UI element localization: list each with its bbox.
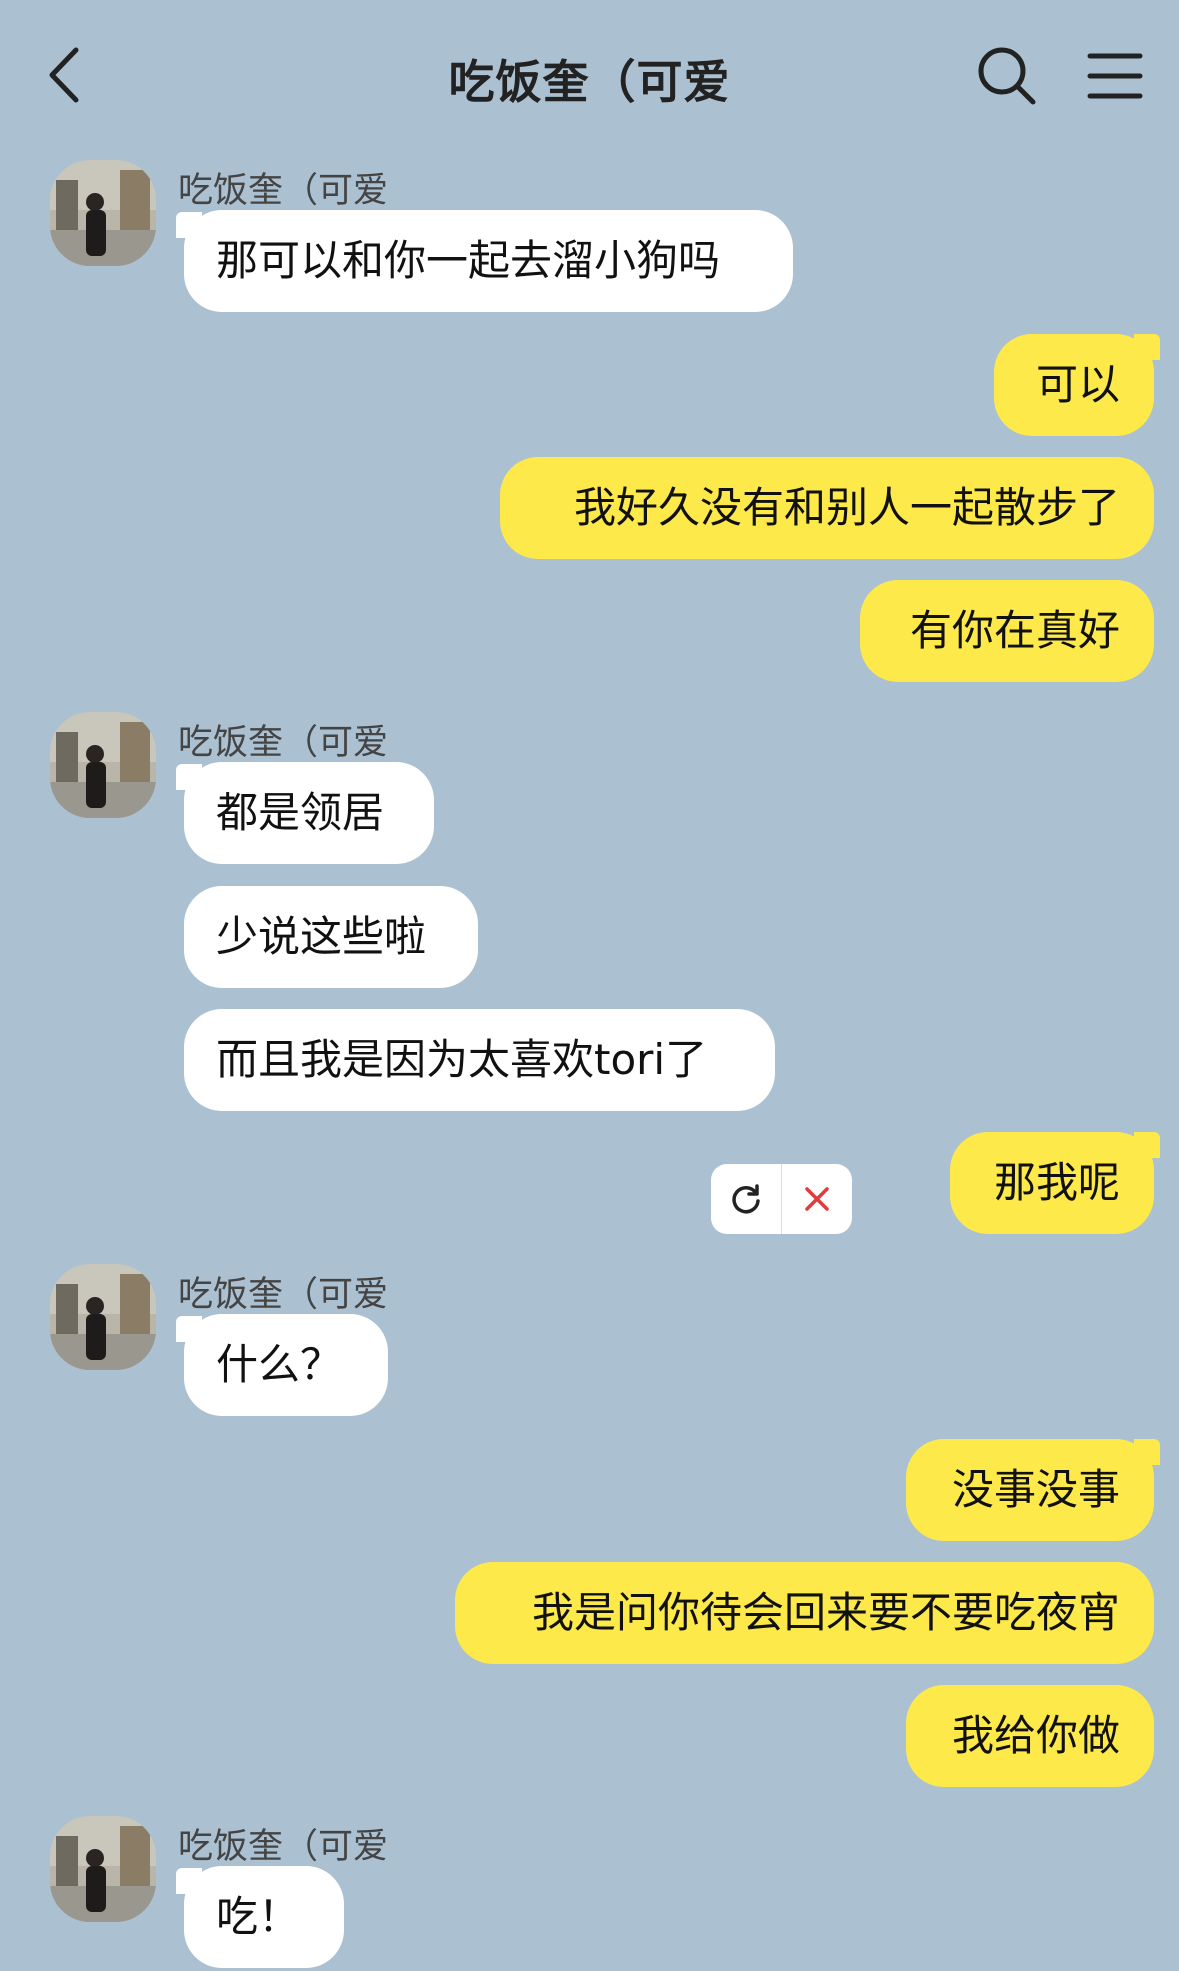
avatar[interactable]	[50, 712, 156, 818]
avatar[interactable]	[50, 160, 156, 266]
avatar[interactable]	[50, 1264, 156, 1370]
message-bubble-outgoing[interactable]: 可以	[994, 334, 1154, 436]
message-bubble-incoming[interactable]: 吃！	[184, 1866, 344, 1968]
delete-failed-button[interactable]	[782, 1164, 852, 1234]
refresh-icon	[732, 1184, 760, 1214]
message-bubble-outgoing[interactable]: 我好久没有和别人一起散步了	[500, 457, 1154, 559]
sender-name: 吃饭奎（可爱	[178, 723, 389, 763]
sender-name: 吃饭奎（可爱	[178, 171, 389, 211]
message-bubble-incoming[interactable]: 都是领居	[184, 762, 434, 864]
sender-name: 吃饭奎（可爱	[178, 1827, 389, 1867]
message-bubble-outgoing[interactable]: 我是问你待会回来要不要吃夜宵	[455, 1562, 1154, 1664]
resend-button[interactable]	[711, 1164, 781, 1234]
close-icon	[805, 1187, 829, 1211]
search-icon	[978, 47, 1036, 105]
menu-icon	[1087, 53, 1143, 99]
message-bubble-outgoing[interactable]: 那我呢	[950, 1132, 1154, 1234]
message-bubble-outgoing[interactable]: 没事没事	[906, 1439, 1154, 1541]
message-bubble-incoming[interactable]: 什么？	[184, 1314, 388, 1416]
message-bubble-incoming[interactable]: 少说这些啦	[184, 886, 478, 988]
menu-button[interactable]	[1085, 48, 1145, 104]
message-bubble-incoming[interactable]: 而且我是因为太喜欢tori了	[184, 1009, 775, 1111]
avatar[interactable]	[50, 1816, 156, 1922]
search-button[interactable]	[975, 44, 1039, 108]
message-bubble-outgoing[interactable]: 有你在真好	[860, 580, 1154, 682]
message-bubble-incoming[interactable]: 那可以和你一起去溜小狗吗	[184, 210, 793, 312]
message-bubble-outgoing[interactable]: 我给你做	[906, 1685, 1154, 1787]
send-failed-actions	[711, 1164, 852, 1234]
chat-header: 吃饭奎（可爱	[0, 0, 1179, 150]
sender-name: 吃饭奎（可爱	[178, 1275, 389, 1315]
